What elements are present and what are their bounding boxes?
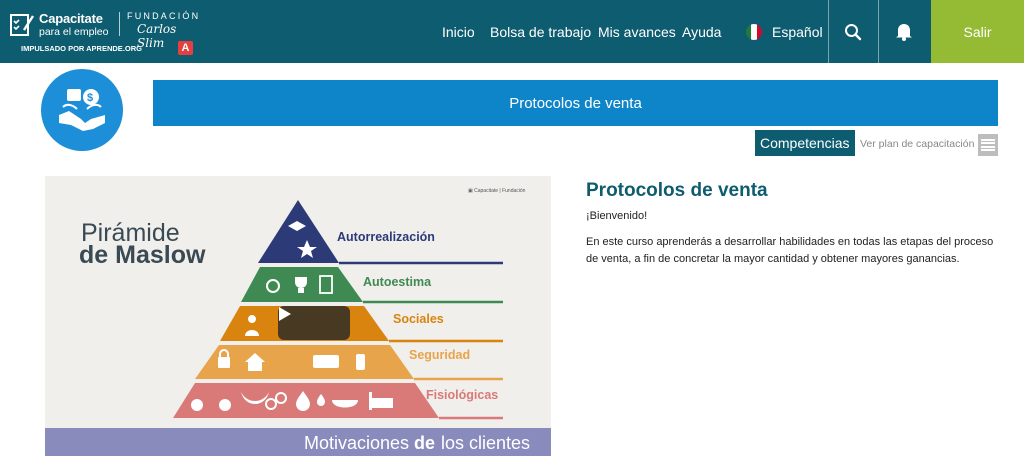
level-label-autoestima: Autoestima bbox=[363, 275, 432, 289]
search-icon bbox=[845, 23, 862, 40]
brand-divider bbox=[119, 12, 120, 36]
level-label-autorrealizacion: Autorrealización bbox=[337, 230, 435, 244]
nav-link-mis-avances[interactable]: Mis avances bbox=[598, 24, 676, 40]
slide-title-line2: de Maslow bbox=[79, 241, 206, 269]
search-button[interactable] bbox=[828, 0, 878, 63]
play-button[interactable] bbox=[278, 306, 350, 340]
language-selector[interactable]: Español bbox=[772, 24, 823, 40]
slide-footer-word-3: los clientes bbox=[441, 433, 531, 453]
course-title-banner: Protocolos de venta bbox=[153, 80, 998, 126]
notifications-button[interactable] bbox=[879, 0, 929, 63]
aprende-logo-icon: A bbox=[178, 41, 193, 55]
brand-powered-by: IMPULSADO POR APRENDE.ORG bbox=[21, 44, 142, 53]
slide-footer-bar: Motivaciones de los clientes bbox=[45, 428, 551, 456]
pyramid-level-1 bbox=[258, 200, 339, 263]
list-icon[interactable] bbox=[978, 134, 998, 156]
mexico-flag-icon bbox=[746, 24, 762, 40]
nav-link-ayuda[interactable]: Ayuda bbox=[682, 24, 721, 40]
handshake-icon: $ bbox=[59, 89, 105, 131]
competencies-button[interactable]: Competencias bbox=[755, 130, 855, 156]
slide-footer-word-2: de bbox=[414, 433, 436, 453]
svg-text:$: $ bbox=[87, 92, 93, 104]
level-label-seguridad: Seguridad bbox=[409, 348, 471, 362]
logout-button[interactable]: Salir bbox=[931, 0, 1024, 63]
checklist-icon bbox=[10, 14, 35, 36]
level-label-sociales: Sociales bbox=[393, 312, 444, 326]
training-plan-link[interactable]: Ver plan de capacitación bbox=[860, 138, 974, 150]
course-icon: $ bbox=[41, 69, 123, 151]
course-video-player[interactable]: ▣ Capacitate | Fundación Pirámide de Mas… bbox=[45, 176, 551, 456]
top-navigation: Capacitate para el empleo FUNDACIÓN Carl… bbox=[0, 0, 1024, 63]
nav-link-inicio[interactable]: Inicio bbox=[442, 24, 475, 40]
level-label-fisiologicas: Fisiológicas bbox=[426, 388, 499, 402]
slide-mini-logo: ▣ Capacitate | Fundación bbox=[468, 188, 526, 194]
course-description-text: En este curso aprenderás a desarrollar h… bbox=[586, 236, 994, 265]
course-description-title: Protocolos de venta bbox=[586, 180, 768, 201]
brand-logo[interactable]: Capacitate para el empleo FUNDACIÓN Carl… bbox=[9, 9, 199, 57]
course-welcome-text: ¡Bienvenido! bbox=[586, 210, 648, 222]
brand-subtitle: para el empleo bbox=[39, 26, 109, 38]
bell-icon bbox=[896, 24, 912, 41]
slide-footer-word-1: Motivaciones bbox=[304, 433, 410, 453]
brand-foundation: FUNDACIÓN bbox=[127, 11, 201, 21]
play-icon bbox=[279, 307, 291, 321]
nav-link-bolsa-de-trabajo[interactable]: Bolsa de trabajo bbox=[490, 24, 591, 40]
brand-title: Capacitate bbox=[39, 11, 103, 26]
